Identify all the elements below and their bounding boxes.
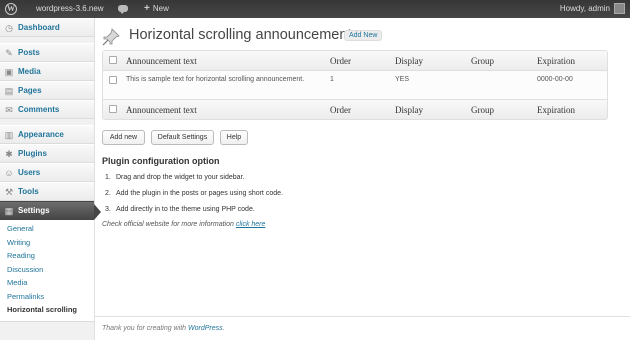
comments-bubble-icon[interactable]: [116, 0, 132, 18]
column-footer-display[interactable]: Display: [395, 100, 423, 119]
more-info-label: Check official website for more informat…: [102, 221, 234, 228]
tools-icon: ⚒: [4, 187, 14, 197]
sidebar-item-pages[interactable]: ▤ Pages: [0, 81, 94, 100]
plus-icon: +: [144, 3, 150, 14]
select-all-checkbox[interactable]: [109, 56, 117, 64]
site-name-link[interactable]: wordpress-3.6.new: [36, 0, 104, 18]
list-item: 2. Add the plugin in the posts or pages u…: [105, 190, 283, 206]
config-steps: 1. Drag and drop the widget to your sideb…: [105, 174, 283, 222]
announcements-table: Announcement text Order Display Group Ex…: [102, 50, 608, 120]
click-here-link[interactable]: click here: [236, 221, 266, 228]
list-item: 3. Add directly in to the theme using PHP…: [105, 206, 283, 222]
comments-icon: ✉: [5, 105, 13, 115]
step-text: Drag and drop the widget to your sidebar…: [116, 174, 245, 181]
table-row: This is sample text for horizontal scrol…: [103, 71, 607, 99]
admin-bar: W wordpress-3.6.new + New Howdy, admin: [0, 0, 630, 18]
sidebar-item-plugins[interactable]: ✱ Plugins: [0, 144, 94, 163]
admin-sidebar: ◷ Dashboard ✎ Posts ▣ Media ▤ Pages ✉ Comment…: [0, 18, 101, 340]
account-menu[interactable]: Howdy, admin: [559, 0, 625, 18]
submenu-item-permalinks[interactable]: Permalinks: [0, 290, 94, 304]
select-all-checkbox-footer[interactable]: [109, 105, 117, 113]
column-footer-order[interactable]: Order: [330, 100, 351, 119]
submenu-item-general[interactable]: General: [0, 222, 94, 236]
users-icon: ☺: [4, 168, 14, 178]
wordpress-logo-icon[interactable]: W: [0, 0, 22, 18]
plugins-icon: ✱: [5, 149, 13, 159]
column-footer-expiration[interactable]: Expiration: [537, 100, 575, 119]
default-settings-button[interactable]: Default Settings: [151, 130, 214, 145]
list-item: 1. Drag and drop the widget to your sideb…: [105, 174, 283, 190]
column-header-order[interactable]: Order: [330, 51, 351, 71]
cell-order: 1: [330, 76, 334, 83]
cell-display: YES: [395, 76, 410, 83]
new-content-button[interactable]: + New: [144, 0, 169, 18]
step-text: Add directly in to the theme using PHP c…: [116, 206, 255, 213]
add-new-button[interactable]: Add new: [102, 130, 145, 145]
sidebar-item-label: Pages: [18, 86, 42, 95]
new-label: New: [152, 4, 169, 13]
cell-expiration: 0000-00-00: [537, 76, 573, 83]
sidebar-item-comments[interactable]: ✉ Comments: [0, 100, 94, 119]
add-new-link[interactable]: Add New: [344, 30, 383, 41]
column-header-display[interactable]: Display: [395, 51, 423, 71]
submenu-item-horizontal-scrolling[interactable]: Horizontal scrolling: [0, 303, 94, 317]
sidebar-item-dashboard[interactable]: ◷ Dashboard: [0, 18, 94, 37]
config-heading: Plugin configuration option: [102, 156, 220, 166]
table-header: Announcement text Order Display Group Ex…: [103, 51, 607, 71]
footer: Thank you for creating with WordPress.: [95, 316, 630, 332]
sidebar-item-tools[interactable]: ⚒ Tools: [0, 182, 94, 201]
sidebar-item-label: Tools: [18, 187, 39, 196]
column-header-group[interactable]: Group: [471, 51, 494, 71]
sidebar-item-users[interactable]: ☺ Users: [0, 163, 94, 182]
column-footer-text[interactable]: Announcement text: [126, 100, 197, 119]
submenu-item-media[interactable]: Media: [0, 276, 94, 290]
settings-icon: ▦: [4, 206, 14, 216]
appearance-icon: ▥: [4, 130, 14, 140]
help-button[interactable]: Help: [220, 130, 248, 145]
footer-text: Thank you for creating with: [102, 325, 187, 332]
column-footer-group[interactable]: Group: [471, 100, 494, 119]
sidebar-item-label: Settings: [18, 206, 50, 215]
cell-announcement-text: This is sample text for horizontal scrol…: [126, 76, 305, 83]
sidebar-item-label: Appearance: [18, 130, 64, 139]
sidebar-item-label: Posts: [18, 48, 40, 57]
sidebar-item-posts[interactable]: ✎ Posts: [0, 43, 94, 62]
submenu-item-writing[interactable]: Writing: [0, 236, 94, 250]
more-info-text: Check official website for more informat…: [102, 221, 265, 228]
pin-icon: ✎: [5, 48, 13, 58]
sidebar-item-label: Plugins: [18, 149, 47, 158]
avatar: [614, 3, 625, 14]
sidebar-item-label: Dashboard: [18, 23, 60, 32]
row-checkbox[interactable]: [109, 76, 117, 84]
pages-icon: ▤: [4, 86, 14, 96]
step-number: 1.: [105, 174, 111, 181]
pushpin-icon: [102, 28, 120, 46]
dashboard-icon: ◷: [5, 23, 13, 33]
sidebar-item-label: Comments: [18, 105, 60, 114]
sidebar-item-settings[interactable]: ▦ Settings: [0, 201, 101, 220]
sidebar-item-media[interactable]: ▣ Media: [0, 62, 94, 81]
settings-submenu: General Writing Reading Discussion Media…: [0, 220, 94, 322]
column-header-expiration[interactable]: Expiration: [537, 51, 575, 71]
sidebar-item-label: Media: [18, 67, 41, 76]
step-number: 2.: [105, 190, 111, 197]
step-text: Add the plugin in the posts or pages usi…: [116, 190, 283, 197]
wordpress-link[interactable]: WordPress: [188, 325, 223, 332]
wordpress-logo-letter: W: [5, 3, 17, 15]
sidebar-item-label: Users: [18, 168, 41, 177]
submenu-item-discussion[interactable]: Discussion: [0, 263, 94, 277]
column-header-text[interactable]: Announcement text: [126, 51, 197, 71]
media-icon: ▣: [4, 67, 14, 77]
step-number: 3.: [105, 206, 111, 213]
sidebar-item-appearance[interactable]: ▥ Appearance: [0, 125, 94, 144]
submenu-item-reading[interactable]: Reading: [0, 249, 94, 263]
table-footer: Announcement text Order Display Group Ex…: [103, 99, 607, 119]
howdy-text: Howdy, admin: [559, 4, 610, 13]
page-title: Horizontal scrolling announcement: [129, 27, 352, 43]
